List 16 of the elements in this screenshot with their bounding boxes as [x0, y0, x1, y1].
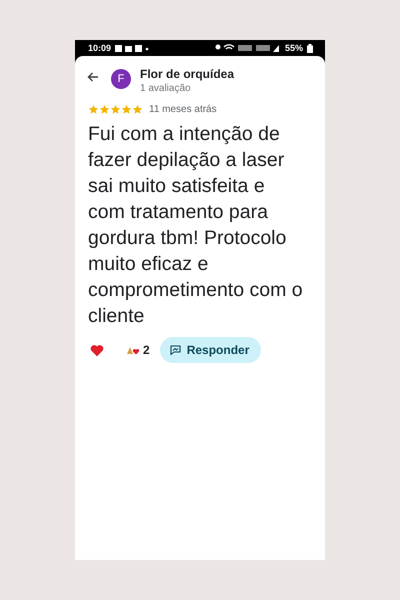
back-arrow-icon[interactable] [87, 72, 99, 82]
reply-icon [170, 345, 181, 355]
battery-icon [307, 44, 313, 52]
battery-level: 55% [284, 43, 303, 53]
notification-icons [115, 44, 150, 52]
review-text: Fui com a intenção de fazer depilação a laser sai muito satisfeita e com tratamento para gordura tbm! Protocolo muito eficaz e comprometimento com o cliente [88, 122, 304, 329]
status-time: 10:09 [88, 43, 112, 53]
reviewer-name: Flor de orquídea [140, 66, 234, 82]
avatar: F [111, 69, 131, 89]
review-time: 11 meses atrás [149, 104, 217, 115]
heart-icon[interactable] [90, 344, 104, 356]
reply-button[interactable]: Responder [160, 337, 262, 363]
signal-icons [214, 44, 281, 52]
reaction-emoji-icon [126, 345, 140, 355]
review-count: 1 avaliação [140, 83, 192, 94]
reaction-count: 2 [143, 343, 150, 357]
